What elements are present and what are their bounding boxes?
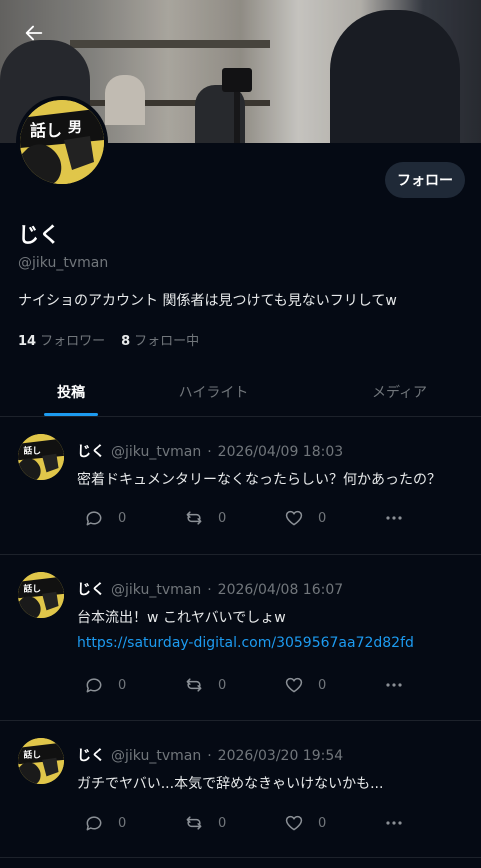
post-actions: 0 0 0 [84, 675, 384, 695]
like-icon [285, 510, 303, 526]
meta-separator: · [207, 582, 212, 598]
profile-stats: 14 フォロワー 8 フォロー中 [18, 330, 199, 349]
post-meta: じく @jiku_tvman · 2026/03/20 19:54 [77, 745, 343, 765]
follow-button[interactable]: フォロー [385, 162, 465, 198]
repost-icon [186, 678, 202, 692]
avatar-art: 話し [18, 738, 64, 784]
reply-icon [86, 816, 102, 831]
reply-button[interactable]: 0 [84, 675, 184, 695]
like-button[interactable]: 0 [284, 813, 384, 833]
reply-count: 0 [118, 815, 127, 831]
like-count: 0 [318, 510, 327, 526]
avatar-art: 話し [18, 572, 64, 618]
repost-icon [186, 816, 202, 830]
post-author-handle[interactable]: @jiku_tvman [111, 444, 201, 460]
more-icon [386, 683, 402, 687]
like-count: 0 [318, 815, 327, 831]
reply-button[interactable]: 0 [84, 508, 184, 528]
post-author-name[interactable]: じく [77, 582, 105, 598]
svg-text:話し: 話し [23, 583, 41, 595]
avatar-art: 話し 男 [20, 100, 104, 184]
post-avatar[interactable]: 話し [18, 738, 64, 784]
svg-text:話し: 話し [23, 749, 41, 761]
svg-text:話し: 話し [23, 445, 41, 457]
avatar-art: 話し [18, 434, 64, 480]
back-arrow-icon [25, 25, 43, 41]
svg-text:話し: 話し [30, 121, 62, 140]
back-button[interactable] [16, 15, 52, 51]
post-meta: じく @jiku_tvman · 2026/04/08 16:07 [77, 579, 343, 599]
more-icon [386, 821, 402, 825]
profile-bio: ナイショのアカウント 関係者は見つけても見ないフリしてw [18, 293, 397, 309]
repost-count: 0 [218, 510, 227, 526]
like-icon [285, 815, 303, 831]
post-author-name[interactable]: じく [77, 748, 105, 764]
like-button[interactable]: 0 [284, 508, 384, 528]
reply-count: 0 [118, 510, 127, 526]
post-timestamp[interactable]: 2026/04/09 18:03 [218, 444, 344, 460]
post-timestamp[interactable]: 2026/03/20 19:54 [218, 748, 344, 764]
like-icon [285, 677, 303, 693]
repost-button[interactable]: 0 [184, 508, 284, 528]
post-text: 密着ドキュメンタリーなくなったらしい？何かあったの？ [77, 472, 441, 488]
post-text: 台本流出！w これヤバいでしょw [77, 610, 286, 626]
like-button[interactable]: 0 [284, 675, 384, 695]
repost-button[interactable]: 0 [184, 675, 284, 695]
repost-button[interactable]: 0 [184, 813, 284, 833]
avatar-image: 話し 男 [20, 100, 104, 184]
following-link[interactable]: 8 フォロー中 [121, 330, 199, 349]
post-item[interactable]: 話し じく @jiku_tvman · 2026/04/08 16:07 台本流出！w… [0, 556, 481, 721]
more-button[interactable] [384, 813, 404, 833]
followers-count: 14 [18, 334, 37, 349]
more-button[interactable] [384, 675, 404, 695]
like-count: 0 [318, 677, 327, 693]
meta-separator: · [207, 444, 212, 460]
tab-highlights[interactable]: ハイライト [142, 367, 284, 416]
tab-posts[interactable]: 投稿 [0, 367, 142, 416]
post-author-handle[interactable]: @jiku_tvman [111, 582, 201, 598]
tab-media[interactable]: メディア [285, 367, 481, 416]
meta-separator: · [207, 748, 212, 764]
more-button[interactable] [384, 508, 404, 528]
reply-count: 0 [118, 677, 127, 693]
following-count: 8 [121, 334, 131, 349]
more-icon [386, 516, 402, 520]
post-avatar[interactable]: 話し [18, 434, 64, 480]
profile-handle: @jiku_tvman [18, 255, 109, 271]
repost-count: 0 [218, 677, 227, 693]
profile-display-name: じく [18, 223, 60, 247]
followers-label: フォロワー [40, 334, 106, 349]
post-text: ガチでヤバい...本気で辞めなきゃいけないかも... [77, 776, 384, 792]
post-timestamp[interactable]: 2026/04/08 16:07 [218, 582, 344, 598]
reply-button[interactable]: 0 [84, 813, 184, 833]
post-actions: 0 0 0 [84, 508, 384, 528]
svg-text:男: 男 [68, 120, 82, 136]
post-author-handle[interactable]: @jiku_tvman [111, 748, 201, 764]
following-label: フォロー中 [134, 334, 200, 349]
post-author-name[interactable]: じく [77, 444, 105, 460]
post-item[interactable]: 話し じく @jiku_tvman · 2026/03/20 19:54 ガチでヤバい… [0, 722, 481, 858]
post-actions: 0 0 0 [84, 813, 384, 833]
reply-icon [86, 678, 102, 693]
profile-tabs: 投稿 ハイライト メディア [0, 367, 481, 417]
followers-link[interactable]: 14 フォロワー [18, 330, 105, 349]
profile-avatar[interactable]: 話し 男 [16, 96, 108, 188]
repost-count: 0 [218, 815, 227, 831]
post-meta: じく @jiku_tvman · 2026/04/09 18:03 [77, 441, 343, 461]
reply-icon [86, 511, 102, 526]
post-link[interactable]: https://saturday-digital.com/3059567aa72… [77, 635, 414, 651]
post-item[interactable]: 話し じく @jiku_tvman · 2026/04/09 18:03 密着ドキュメ… [0, 418, 481, 555]
repost-icon [186, 511, 202, 525]
post-avatar[interactable]: 話し [18, 572, 64, 618]
